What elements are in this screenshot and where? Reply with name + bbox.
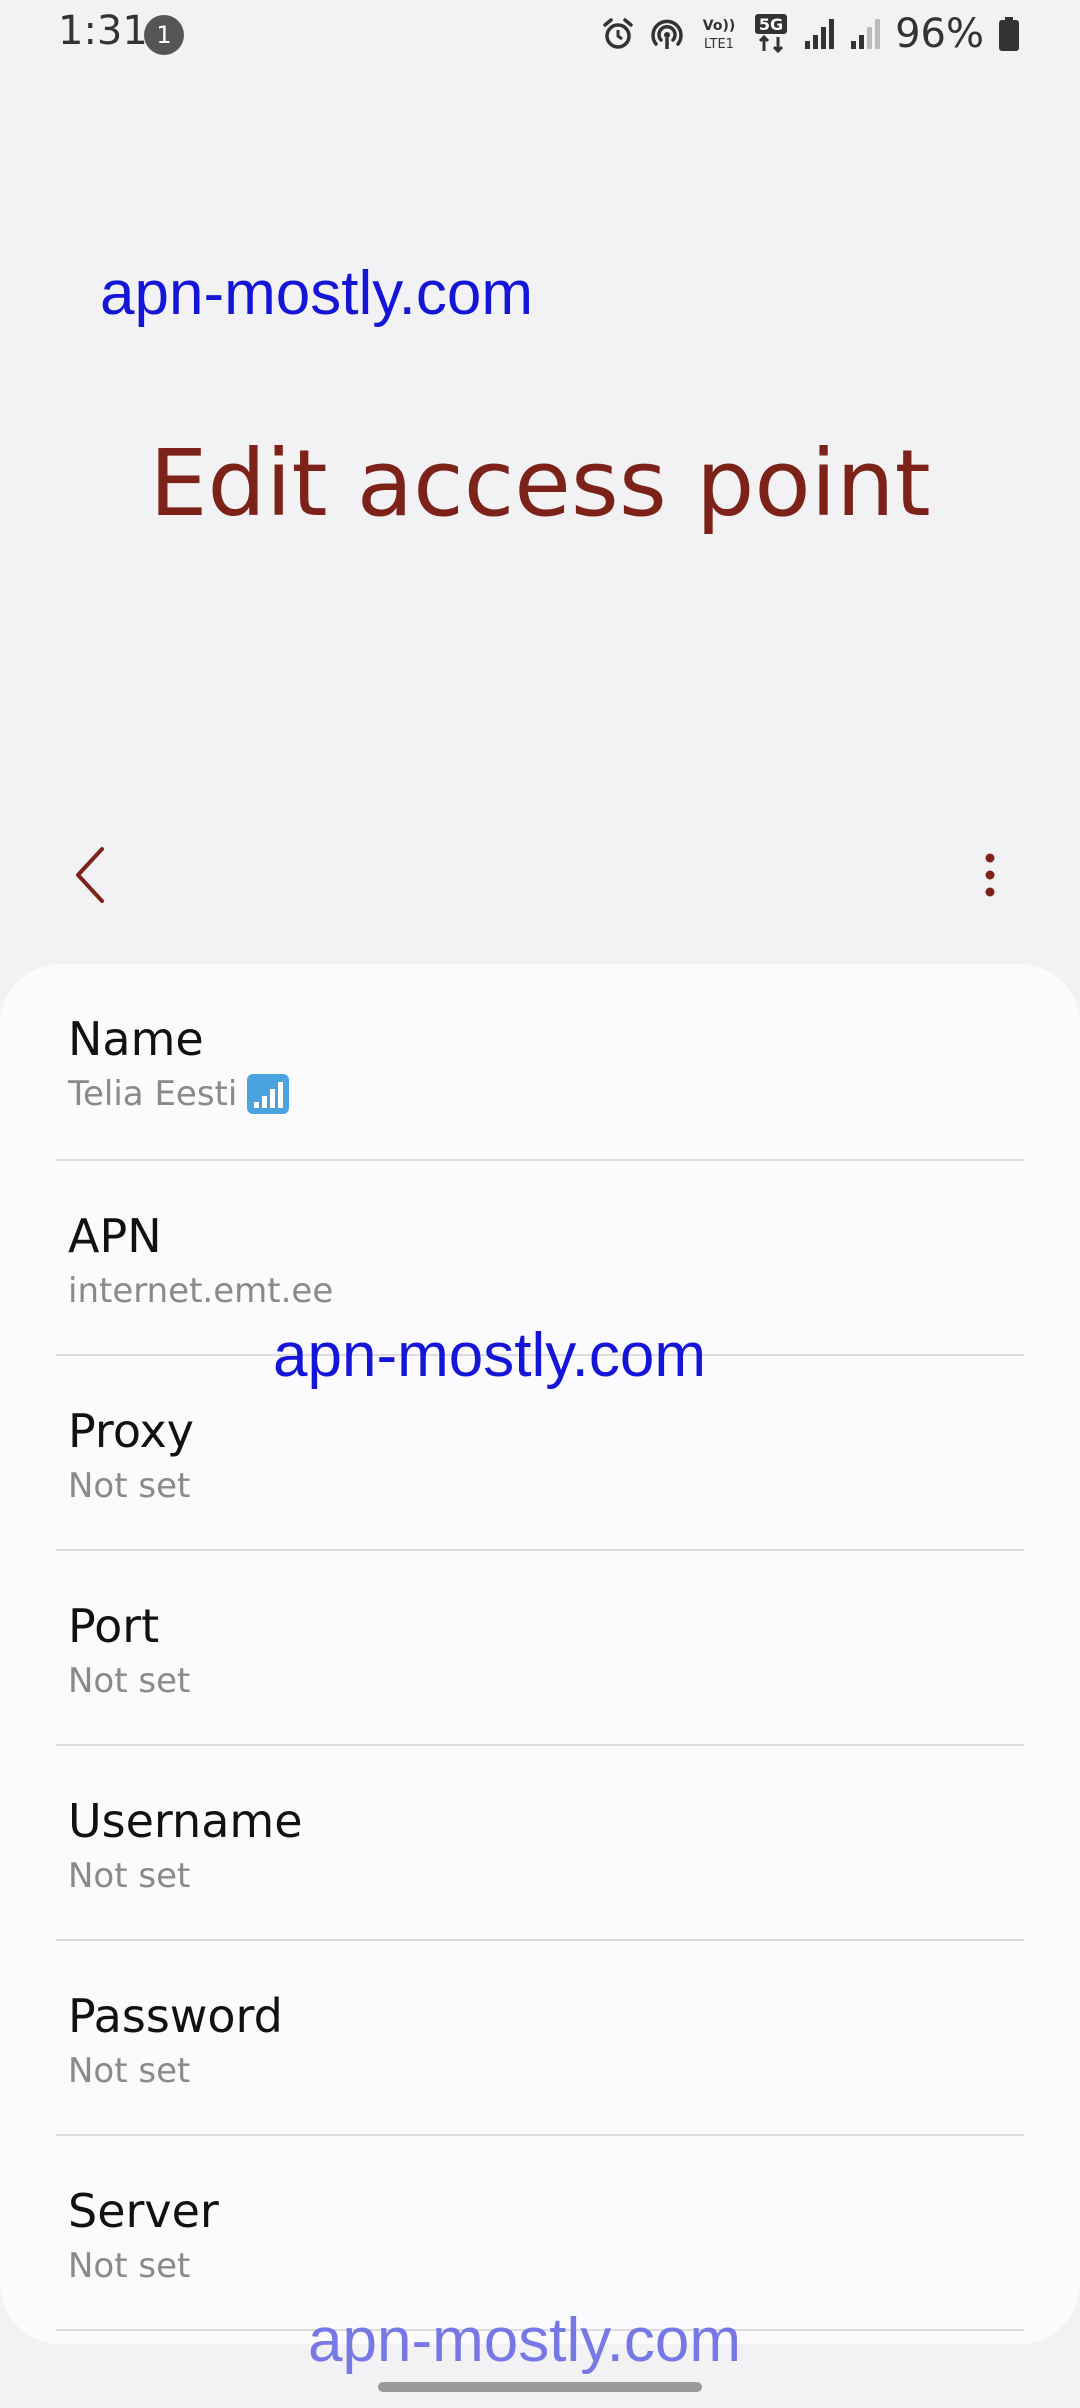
setting-value-text: Telia Eesti	[68, 1074, 238, 1114]
setting-password[interactable]: Password Not set	[56, 1939, 1024, 2134]
chevron-left-icon	[76, 847, 104, 903]
setting-label: Name	[68, 1012, 204, 1066]
battery-icon	[998, 16, 1020, 52]
svg-text:5G: 5G	[759, 15, 783, 34]
setting-value: Not set	[68, 1856, 191, 1896]
svg-text:LTE1: LTE1	[704, 37, 734, 52]
more-options-button[interactable]	[960, 840, 1020, 910]
page-title: Edit access point	[149, 430, 931, 537]
setting-label: Username	[68, 1794, 303, 1848]
setting-name[interactable]: Name Telia Eesti	[56, 964, 1024, 1159]
setting-label: Server	[68, 2184, 219, 2238]
setting-label: Proxy	[68, 1404, 195, 1458]
notification-count-badge: 1	[144, 15, 184, 55]
watermark-text: apn-mostly.com	[273, 1321, 706, 1390]
status-icons: Vo)) LTE1 5G 96%	[601, 10, 1020, 58]
volte-icon: Vo)) LTE1	[699, 14, 739, 54]
setting-label: Port	[68, 1599, 160, 1653]
setting-value: Not set	[68, 1661, 191, 1701]
signal-bars-icon	[247, 1074, 290, 1114]
more-vertical-icon	[985, 853, 995, 897]
setting-port[interactable]: Port Not set	[56, 1549, 1024, 1744]
setting-value: Not set	[68, 1466, 191, 1506]
signal-icon	[803, 17, 835, 51]
watermark-text: apn-mostly.com	[100, 259, 533, 328]
battery-percent: 96%	[895, 11, 984, 57]
setting-value: internet.emt.ee	[68, 1271, 334, 1311]
alarm-icon	[601, 17, 635, 51]
hotspot-icon	[649, 17, 685, 51]
5g-icon: 5G	[753, 13, 789, 55]
status-time: 1:31	[58, 8, 148, 54]
status-bar: 1:31 1 Vo)) LTE1 5G 96%	[0, 0, 1080, 68]
home-indicator[interactable]	[378, 2382, 702, 2392]
setting-username[interactable]: Username Not set	[56, 1744, 1024, 1939]
setting-label: Password	[68, 1989, 283, 2043]
svg-text:Vo)): Vo))	[703, 18, 735, 34]
setting-value: Not set	[68, 2246, 191, 2286]
signal-weak-icon	[849, 17, 881, 51]
setting-value: Telia Eesti	[68, 1074, 290, 1114]
setting-label: APN	[68, 1209, 162, 1263]
watermark-text: apn-mostly.com	[308, 2306, 741, 2375]
settings-card: Name Telia Eesti APN internet.emt.ee Pro…	[0, 964, 1080, 2344]
setting-value: Not set	[68, 2051, 191, 2091]
back-button[interactable]	[58, 840, 122, 910]
setting-server[interactable]: Server Not set	[56, 2134, 1024, 2329]
